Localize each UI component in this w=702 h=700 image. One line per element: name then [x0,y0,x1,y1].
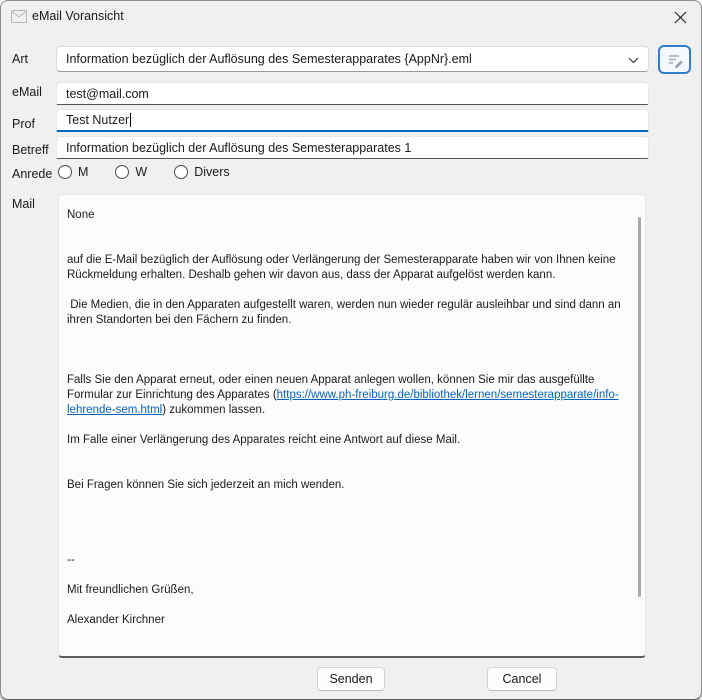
anrede-label: Anrede [12,167,52,181]
radio-option-divers[interactable]: Divers [174,165,229,179]
radio-label-divers: Divers [194,165,229,179]
edit-note-icon [666,51,684,69]
art-combobox-value: Information bezüglich der Auflösung des … [66,52,622,66]
radio-option-w[interactable]: W [115,165,147,179]
vertical-scrollbar[interactable] [638,217,641,597]
email-label: eMail [12,85,42,99]
title-bar: eMail Voransicht [1,1,701,31]
prof-label: Prof [12,117,35,131]
art-combobox[interactable]: Information bezüglich der Auflösung des … [56,46,649,72]
anrede-radio-group: M W Divers [58,165,230,179]
mail-body-after-link: ) zukommen lassen. Im Falle einer Verlän… [67,404,460,626]
email-field-value: test@mail.com [66,87,149,101]
radio-circle-m[interactable] [58,165,72,179]
prof-field[interactable]: Test Nutzer [56,109,649,132]
radio-label-w: W [135,165,147,179]
email-field[interactable]: test@mail.com [56,82,649,105]
send-button[interactable]: Senden [317,667,385,691]
close-button[interactable] [667,6,693,28]
betreff-label: Betreff [12,143,49,157]
mail-body-box[interactable]: None auf die E-Mail bezüglich der Auflös… [58,194,646,658]
email-preview-dialog: eMail Voransicht Art Information bezügli… [0,0,702,700]
betreff-field-value: Information bezüglich der Auflösung des … [66,141,411,155]
mail-body-text: None auf die E-Mail bezüglich der Auflös… [59,195,633,654]
edit-template-button[interactable] [658,45,691,74]
window-title: eMail Voransicht [32,9,124,23]
radio-label-m: M [78,165,88,179]
cancel-button[interactable]: Cancel [487,667,557,691]
text-caret [130,113,131,127]
betreff-field[interactable]: Information bezüglich der Auflösung des … [56,136,649,159]
radio-circle-w[interactable] [115,165,129,179]
chevron-down-icon [628,57,639,64]
radio-option-m[interactable]: M [58,165,88,179]
close-icon [674,11,687,24]
radio-circle-divers[interactable] [174,165,188,179]
mail-body-before-link: None auf die E-Mail bezüglich der Auflös… [67,209,624,401]
prof-field-value: Test Nutzer [66,113,129,127]
art-label: Art [12,52,28,66]
envelope-icon [11,10,27,23]
mail-label: Mail [12,197,35,211]
